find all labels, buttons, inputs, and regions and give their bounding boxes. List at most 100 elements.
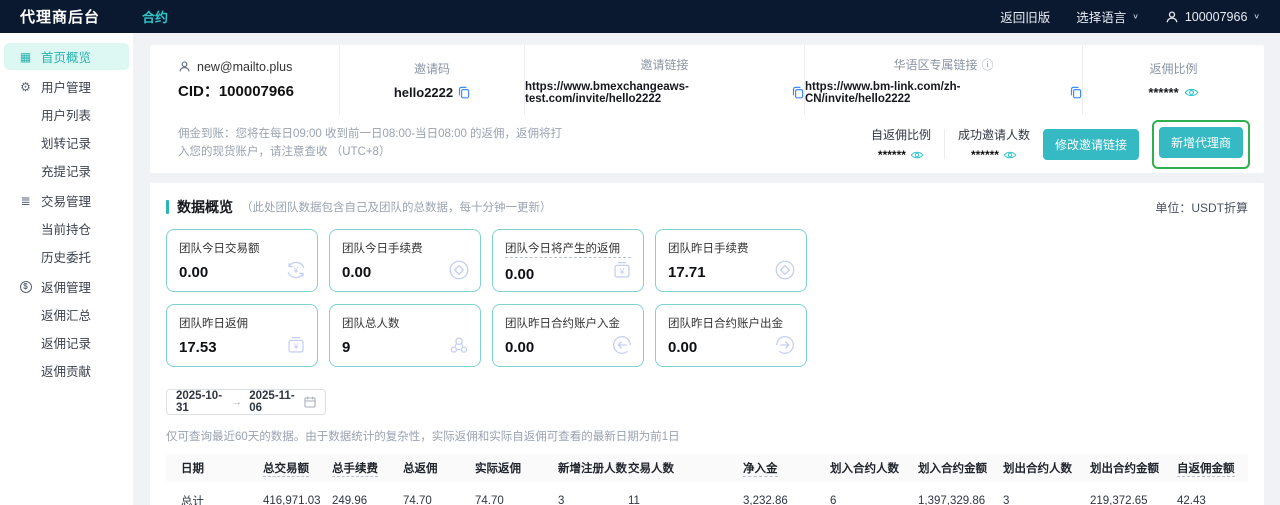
sidebar-item-user-list[interactable]: 用户列表 (4, 101, 129, 128)
overview-title: 数据概览 (177, 199, 233, 215)
cn-link-value: https://www.bm-link.com/zh-CN/invite/hel… (805, 80, 961, 105)
rebate-ratio-label: 返佣比例 (1149, 62, 1198, 76)
sidebar-item-rebate-summary[interactable]: 返佣汇总 (4, 301, 129, 328)
cell: 6 (830, 494, 837, 505)
sidebar-item-history-orders[interactable]: 历史委托 (4, 243, 129, 270)
cell: 74.70 (403, 494, 432, 505)
sidebar-item-current-positions[interactable]: 当前持仓 (4, 215, 129, 242)
copy-icon[interactable] (1070, 86, 1082, 99)
sidebar-item-home-overview[interactable]: ▦ 首页概览 (4, 43, 129, 70)
arrow-out-circle-icon (773, 333, 797, 357)
col-total-rebate: 总返佣 (403, 463, 438, 475)
eye-icon[interactable] (1003, 150, 1017, 160)
stat-card-team-yesterday-fee: 团队昨日手续费 17.71 (655, 229, 807, 292)
stat-card-team-yesterday-rebate: 团队昨日返佣 17.53 ¥ (166, 304, 318, 367)
gear-icon: ⚙ (20, 79, 31, 94)
language-label: 选择语言 (1076, 11, 1127, 25)
invite-code-section: 邀请码 hello2222 (340, 45, 525, 115)
cell: 总计 (181, 495, 204, 505)
sidebar-item-label: 返佣记录 (41, 337, 92, 351)
sidebar-item-deposit-withdraw-records[interactable]: 充提记录 (4, 157, 129, 184)
col-self-rebate-amount[interactable]: 自返佣金额 (1177, 463, 1235, 477)
cell: 1,397,329.86 (918, 494, 986, 505)
edit-invite-link-button[interactable]: 修改邀请链接 (1042, 128, 1139, 160)
stat-label: 团队昨日合约账户入金 (505, 318, 620, 330)
sidebar-item-user-management[interactable]: ⚙ 用户管理 (4, 73, 129, 100)
cn-link-label: 华语区专属链接 (893, 57, 978, 72)
invite-link-value: https://www.bmexchangeaws-test.com/invit… (525, 80, 689, 105)
summary-table: 日期 总交易额 总手续费 总返佣 实际返佣 新增注册人数 交易人数 净入金 划入… (166, 454, 1248, 505)
sidebar-item-label: 返佣管理 (41, 281, 92, 295)
add-agent-button[interactable]: 新增代理商 (1158, 126, 1243, 158)
stat-label: 团队今日交易额 (179, 243, 260, 255)
col-transfer-out-amount: 划出合约金额 (1090, 463, 1159, 475)
invited-count-value: ****** (970, 148, 999, 162)
annotation-highlight-box: 新增代理商 (1151, 119, 1250, 169)
sidebar-item-label: 用户列表 (41, 109, 92, 123)
stat-label: 团队总人数 (342, 318, 400, 330)
table-header-row: 日期 总交易额 总手续费 总返佣 实际返佣 新增注册人数 交易人数 净入金 划入… (166, 454, 1248, 482)
divider (943, 129, 945, 159)
rebate-ratio-section: 返佣比例 ****** (1083, 45, 1264, 115)
col-transfer-out-users: 划出合约人数 (1003, 463, 1072, 475)
info-icon[interactable]: ⓘ (982, 56, 994, 73)
copy-icon[interactable] (792, 86, 804, 99)
date-start: 2025-10-31 (176, 390, 223, 414)
cell: 416,971.03 (263, 494, 321, 505)
date-end: 2025-11-06 (249, 390, 295, 414)
account-email: new@mailto.plus (197, 59, 293, 74)
col-date: 日期 (181, 463, 204, 475)
sidebar-item-rebate-contribution[interactable]: 返佣贡献 (4, 357, 129, 384)
col-actual-rebate: 实际返佣 (475, 463, 521, 475)
col-total-volume[interactable]: 总交易额 (263, 463, 309, 477)
rebate-ratio-value: ****** (1148, 85, 1179, 100)
cell: 249.96 (332, 494, 368, 505)
stat-label: 团队昨日合约账户出金 (668, 318, 783, 330)
stat-label: 团队昨日手续费 (668, 243, 749, 255)
unit-label: 单位：USDT折算 (1155, 200, 1248, 215)
stat-card-team-yesterday-deposit: 团队昨日合约账户入金 0.00 (492, 304, 644, 367)
user-id: 100007966 (1184, 9, 1248, 24)
cell: 74.70 (475, 494, 504, 505)
stat-label[interactable]: 团队今日将产生的返佣 (505, 240, 631, 258)
diamond-circle-icon (773, 258, 797, 282)
cell: 3 (558, 494, 565, 505)
diamond-circle-icon (447, 258, 471, 282)
svg-text:¥: ¥ (293, 341, 299, 351)
eye-icon[interactable] (910, 150, 924, 160)
sidebar-item-label: 返佣贡献 (41, 365, 92, 379)
calendar-icon (304, 396, 316, 408)
date-range-picker[interactable]: 2025-10-31 → 2025-11-06 (166, 389, 326, 415)
stat-card-team-yesterday-withdraw: 团队昨日合约账户出金 0.00 (655, 304, 807, 367)
invite-code-value: hello2222 (393, 85, 454, 100)
sidebar-item-trade-management[interactable]: ≣ 交易管理 (4, 187, 129, 214)
commission-notice: 佣金到账：您将在每日09:00 收到前一日08:00-当日08:00 的返佣，返… (178, 128, 563, 158)
account-section: new@mailto.plus CID：100007966 (150, 45, 340, 115)
eye-icon[interactable] (1184, 87, 1199, 98)
invited-count: 成功邀请人数 ****** (958, 126, 1030, 162)
col-transfer-in-users: 划入合约人数 (830, 463, 899, 475)
sidebar-item-transfer-records[interactable]: 划转记录 (4, 129, 129, 156)
copy-icon[interactable] (458, 86, 470, 99)
sidebar-item-label: 充提记录 (41, 165, 92, 179)
main-content: new@mailto.plus CID：100007966 邀请码 hello2… (133, 33, 1280, 505)
col-total-fee[interactable]: 总手续费 (332, 463, 378, 477)
sidebar-item-rebate-management[interactable]: $ 返佣管理 (4, 273, 129, 300)
nav-contract[interactable]: 合约 (142, 7, 168, 26)
cell: 3,232.86 (743, 494, 788, 505)
sidebar-item-rebate-records[interactable]: 返佣记录 (4, 329, 129, 356)
cell: 11 (628, 494, 640, 505)
topbar: 代理商后台 合约 返回旧版 选择语言 ∨ 100007966 ∨ (0, 0, 1280, 33)
col-net-deposit[interactable]: 净入金 (743, 463, 778, 477)
language-select[interactable]: 选择语言 ∨ (1076, 7, 1139, 26)
person-icon (1165, 10, 1179, 24)
back-to-old-version-link[interactable]: 返回旧版 (1000, 7, 1050, 26)
cashbox-yen-icon: ¥ (610, 258, 634, 282)
data-overview-card: 数据概览 （此处团队数据包含自己及团队的总数据，每十分钟一更新） 单位：USDT… (150, 183, 1264, 505)
dollar-circle-icon: $ (18, 280, 33, 293)
col-transfer-in-amount: 划入合约金额 (918, 463, 987, 475)
profile-card: new@mailto.plus CID：100007966 邀请码 hello2… (150, 45, 1264, 173)
invite-code-label: 邀请码 (413, 62, 450, 76)
col-traders: 交易人数 (628, 463, 674, 475)
user-menu[interactable]: 100007966 ∨ (1165, 10, 1260, 24)
